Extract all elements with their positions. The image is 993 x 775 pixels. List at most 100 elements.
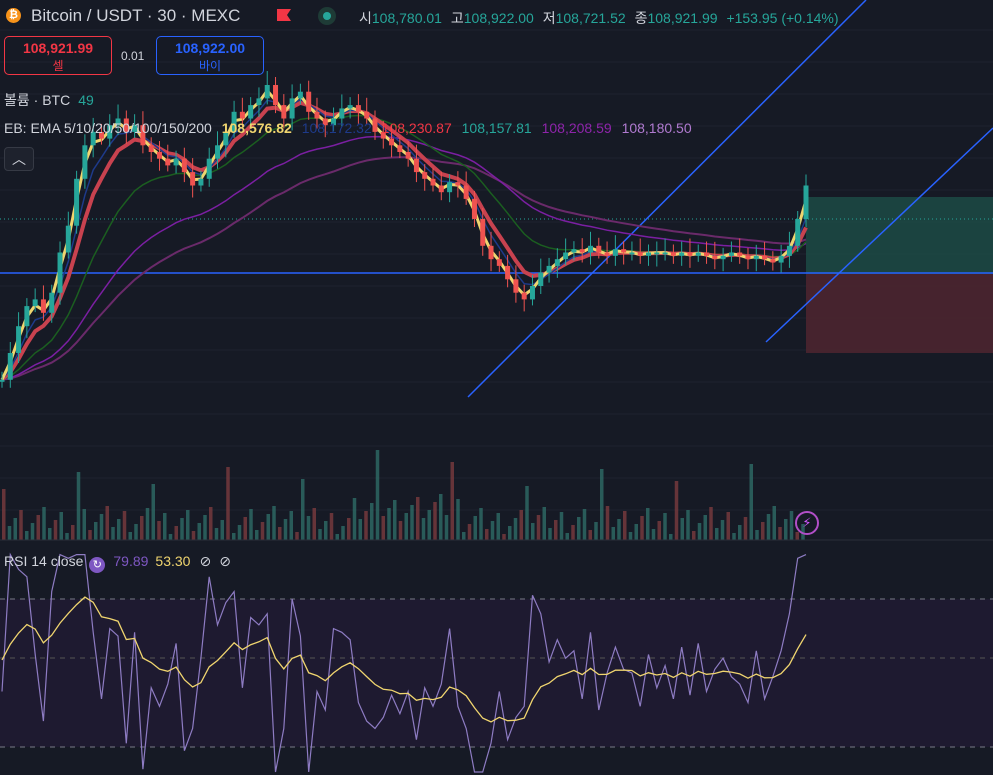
hide-ma-icon[interactable]: ⊘ <box>219 553 231 569</box>
volume-bar <box>559 512 564 540</box>
volume-bar <box>743 517 748 540</box>
candle <box>637 252 643 256</box>
buy-button[interactable]: 108,922.00 바이 <box>156 36 264 75</box>
candle <box>596 245 602 253</box>
rsi-label: RSI 14 close <box>4 553 84 569</box>
volume-bar <box>111 527 115 540</box>
candles <box>0 71 809 388</box>
volume-bar <box>19 510 23 540</box>
candle <box>190 172 196 186</box>
volume-bar <box>329 513 334 540</box>
market-status-icon[interactable] <box>318 7 336 25</box>
candle <box>612 249 618 256</box>
candle <box>563 252 569 260</box>
volume-legend[interactable]: 볼륨 · BTC 49 <box>4 90 94 110</box>
volume-bar <box>582 509 587 540</box>
price-chart[interactable] <box>0 0 993 775</box>
ema10-value: 108,172.32 <box>301 120 372 136</box>
ohlc-readout: 시108,780.01 고108,922.00 저108,721.52 종108… <box>359 8 844 28</box>
flag-icon[interactable] <box>276 8 292 22</box>
volume-bar <box>214 528 219 540</box>
volume-bar <box>726 512 730 540</box>
volume-bar <box>473 516 477 540</box>
volume-bar <box>628 532 633 540</box>
volume-bar <box>76 472 81 540</box>
candle <box>538 272 544 286</box>
volume-bar <box>548 528 552 540</box>
collapse-legend-button[interactable]: ︿ <box>4 147 34 171</box>
candle <box>364 111 370 119</box>
rsi-legend[interactable]: RSI 14 close ↻ 79.89 53.30 ⊘ ⊘ <box>4 553 239 573</box>
candle <box>281 105 287 119</box>
volume-bar <box>2 489 6 540</box>
buy-label: 바이 <box>198 59 222 73</box>
volume-bar <box>387 508 391 540</box>
stop-zone <box>806 274 993 353</box>
candle <box>795 219 801 246</box>
volume-bar <box>13 518 17 540</box>
volume-bar <box>191 531 196 540</box>
candle <box>32 299 38 307</box>
volume-bar <box>157 521 161 540</box>
volume-bar <box>456 499 460 540</box>
symbol-title[interactable]: Bitcoin / USDT · 30 · MEXC <box>31 6 240 26</box>
candle <box>471 198 477 219</box>
rsi-ma-value: 53.30 <box>155 553 191 569</box>
candle <box>438 185 444 193</box>
volume-bar <box>686 510 690 540</box>
ema-legend[interactable]: EB: EMA 5/10/20/50/100/150/200 108,576.8… <box>4 120 698 136</box>
volume-bar <box>755 530 759 540</box>
volume-bar <box>324 521 328 540</box>
candle <box>57 252 63 293</box>
volume-bar <box>651 529 656 540</box>
candle <box>74 178 80 226</box>
volume-bar <box>410 505 414 540</box>
volume-bar <box>657 521 661 540</box>
candle <box>289 98 295 119</box>
candle <box>156 152 162 159</box>
candle <box>40 299 46 313</box>
volume-bar <box>485 529 489 540</box>
candle <box>670 252 676 256</box>
volume-bar <box>42 507 46 540</box>
volume-bar <box>283 519 288 540</box>
volume-bar <box>692 531 696 540</box>
candle <box>339 108 345 119</box>
volume-bar <box>502 534 506 540</box>
candle <box>529 286 535 300</box>
volume-bar <box>278 527 282 540</box>
volume-bar <box>404 513 408 540</box>
chart-header: ₿ Bitcoin / USDT · 30 · MEXC 시108,780.01… <box>0 0 993 32</box>
ema20-value: 108,230.87 <box>381 120 452 136</box>
hide-icon[interactable]: ⊘ <box>199 553 211 569</box>
candle <box>273 85 279 106</box>
volume-bar <box>761 522 765 540</box>
volume-bar <box>48 528 52 540</box>
candle <box>413 158 419 173</box>
volume-bar <box>301 479 305 540</box>
ohlc-high-key: 고 <box>450 10 464 26</box>
volume-bar <box>680 518 684 540</box>
candle <box>654 252 660 255</box>
candle <box>430 178 436 186</box>
lightning-icon[interactable]: ⚡ <box>795 511 819 535</box>
candle <box>181 158 187 173</box>
volume-bar <box>255 530 259 540</box>
volume-bar <box>393 500 397 540</box>
volume-bar <box>7 526 12 540</box>
candle <box>662 252 668 255</box>
candle <box>762 255 768 260</box>
ema-line-5 <box>1 156 807 381</box>
candle <box>463 185 469 199</box>
volume-bar <box>674 481 679 540</box>
candle <box>355 105 361 112</box>
candle <box>16 326 22 353</box>
candle <box>405 152 411 159</box>
volume-bar <box>272 506 276 540</box>
ema150-value: 108,180.50 <box>621 120 692 136</box>
sell-button[interactable]: 108,921.99 셀 <box>4 36 112 75</box>
volume-bar <box>640 516 644 540</box>
candle <box>728 252 734 256</box>
candle <box>753 255 759 260</box>
candle <box>720 255 726 260</box>
